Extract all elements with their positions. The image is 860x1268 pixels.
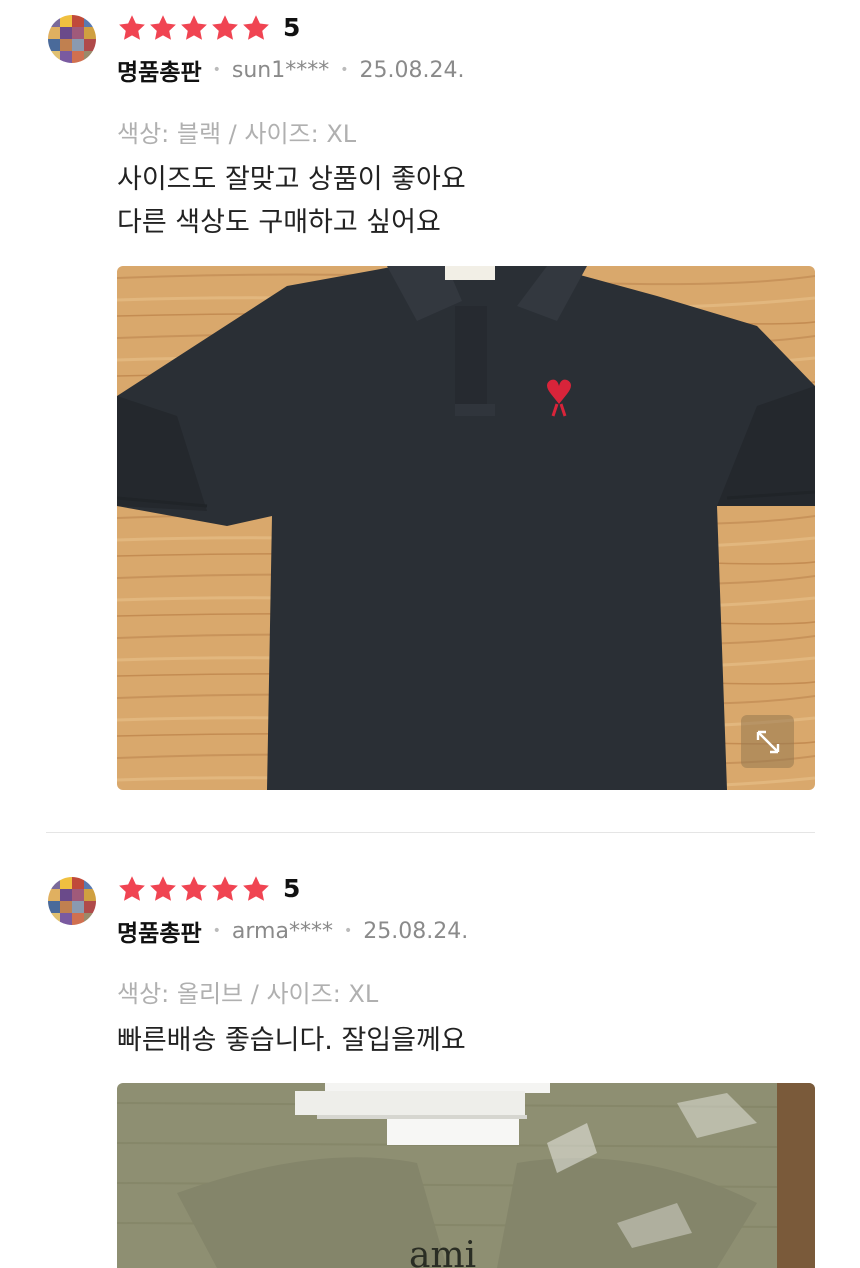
star-icon [241, 13, 271, 43]
star-icon [148, 874, 178, 904]
separator-dot: • [343, 923, 353, 939]
review-text: 사이즈도 잘맞고 상품이 좋아요 다른 색상도 구매하고 싶어요 [117, 158, 466, 244]
star-icon [179, 13, 209, 43]
review-text-line: 사이즈도 잘맞고 상품이 좋아요 [117, 164, 466, 195]
star-icon [117, 874, 147, 904]
star-icon [210, 874, 240, 904]
store-name: 명품총판 [117, 921, 202, 947]
star-icon [179, 874, 209, 904]
star-icon [241, 874, 271, 904]
reviewer-id: arma**** [231, 918, 333, 944]
reviewer-id: sun1**** [231, 57, 330, 83]
review-photo[interactable] [117, 266, 815, 790]
review-meta: 명품총판 • arma**** • 25.08.24. [117, 915, 469, 948]
star-icon [148, 13, 178, 43]
divider [46, 832, 815, 833]
review-item: 5 명품총판 • sun1**** • 25.08.24. 색상: 블랙 / 사… [0, 0, 860, 832]
separator-dot: • [212, 62, 221, 78]
black-polo-shirt-image [117, 266, 815, 790]
separator-dot: • [340, 62, 349, 78]
star-rating: 5 [117, 873, 300, 905]
star-icon [210, 13, 240, 43]
review-date: 25.08.24. [359, 57, 465, 83]
review-photo[interactable]: ami [117, 1083, 815, 1268]
store-name: 명품총판 [117, 60, 202, 86]
rating-score: 5 [283, 874, 301, 903]
review-text-line: 다른 색상도 구매하고 싶어요 [117, 207, 441, 238]
product-option: 색상: 올리브 / 사이즈: XL [117, 980, 379, 1008]
rating-score: 5 [283, 13, 301, 42]
review-date: 25.08.24. [363, 918, 469, 944]
expand-icon[interactable] [741, 715, 794, 768]
review-meta: 명품총판 • sun1**** • 25.08.24. [117, 54, 465, 87]
review-text: 빠른배송 좋습니다. 잘입을께요 [117, 1019, 466, 1062]
avatar[interactable] [48, 877, 96, 925]
star-icon [117, 13, 147, 43]
olive-polo-shirt-image: ami [117, 1083, 815, 1268]
review-item: 5 명품총판 • arma**** • 25.08.24. 색상: 올리브 / … [0, 862, 860, 1268]
star-rating: 5 [117, 12, 300, 44]
svg-text:ami: ami [409, 1235, 476, 1268]
review-text-line: 빠른배송 좋습니다. 잘입을께요 [117, 1025, 466, 1056]
separator-dot: • [212, 923, 221, 939]
product-option: 색상: 블랙 / 사이즈: XL [117, 120, 357, 148]
avatar[interactable] [48, 15, 96, 63]
